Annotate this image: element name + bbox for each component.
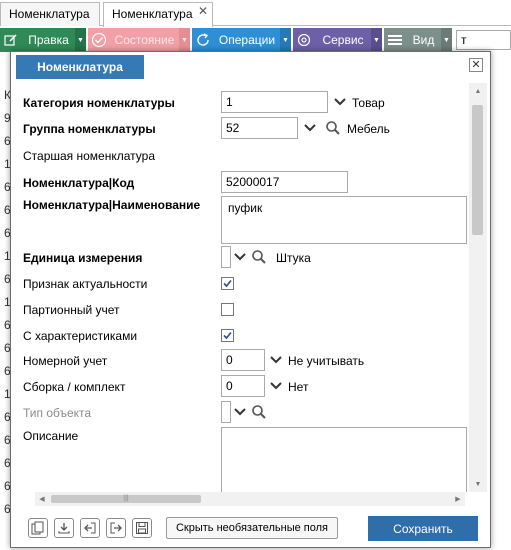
- object-type-input[interactable]: [221, 401, 231, 423]
- parent-label: Старшая номенклатура: [23, 149, 155, 163]
- assembly-name: Нет: [288, 380, 309, 394]
- operations-menu-button[interactable]: Операции ▼: [192, 28, 291, 52]
- batch-checkbox[interactable]: [221, 303, 234, 316]
- chevron-down-icon[interactable]: [333, 95, 347, 109]
- scroll-thumb[interactable]: [472, 105, 483, 235]
- view-menu-button[interactable]: Вид ▼: [384, 28, 452, 52]
- characteristics-checkbox[interactable]: [221, 329, 234, 342]
- checkmark-icon: [223, 331, 232, 340]
- search-icon[interactable]: [251, 249, 267, 265]
- dropdown-arrow-icon: ▼: [280, 28, 291, 52]
- toolbar: Правка ▼ Состояние ▼ Операции ▼ Сервис ▼…: [0, 28, 511, 52]
- nomenclature-dialog: Номенклатура ✕ Категория номенклатуры 1 …: [10, 51, 491, 548]
- refresh-icon: [192, 28, 214, 52]
- unit-name: Штука: [276, 251, 311, 265]
- horizontal-scrollbar[interactable]: ◀ ||| ▶: [35, 492, 465, 506]
- unit-label: Единица измерения: [23, 251, 143, 265]
- description-textarea[interactable]: [221, 427, 467, 492]
- save-disk-icon[interactable]: [132, 518, 152, 538]
- checkmark-icon: [223, 279, 232, 288]
- category-input[interactable]: 1: [221, 91, 328, 113]
- gear-icon: [293, 28, 315, 52]
- dropdown-arrow-icon: ▼: [441, 28, 452, 52]
- check-circle-icon: [88, 28, 110, 52]
- tab-label: Номенклатура: [112, 7, 193, 21]
- actual-label: Признак актуальности: [23, 277, 148, 291]
- dropdown-arrow-icon: ▼: [75, 28, 86, 52]
- dialog-header: Номенклатура ✕: [11, 52, 490, 82]
- scroll-right-icon[interactable]: ▶: [451, 492, 465, 506]
- close-tab-icon[interactable]: ✕: [198, 4, 208, 18]
- unit-input[interactable]: [221, 246, 231, 268]
- save-button[interactable]: Сохранить: [368, 516, 478, 541]
- chevron-down-icon[interactable]: [269, 353, 283, 367]
- assembly-input[interactable]: 0: [221, 375, 265, 397]
- import-icon[interactable]: [80, 518, 100, 538]
- tab-nomenclature-active[interactable]: Номенклатура ✕: [103, 2, 213, 27]
- category-label: Категория номенклатуры: [23, 96, 175, 110]
- tab-bar: Номенклатура Номенклатура ✕: [0, 0, 511, 27]
- actual-checkbox[interactable]: [221, 277, 234, 290]
- dialog-body: Категория номенклатуры 1 Товар Группа но…: [11, 83, 490, 492]
- dialog-footer: Скрыть необязательные поля Сохранить: [11, 510, 490, 548]
- group-label: Группа номенклатуры: [23, 122, 156, 136]
- name-label: Номенклатура|Наименование: [23, 198, 201, 212]
- assembly-label: Сборка / комплект: [23, 380, 126, 394]
- scroll-left-icon[interactable]: ◀: [35, 492, 49, 506]
- search-icon[interactable]: [251, 404, 267, 420]
- numbered-name: Не учитывать: [288, 354, 365, 368]
- dialog-title: Номенклатура: [16, 55, 144, 79]
- code-input[interactable]: 52000017: [221, 171, 348, 193]
- export-icon[interactable]: [106, 518, 126, 538]
- hide-optional-fields-button[interactable]: Скрыть необязательные поля: [166, 517, 338, 539]
- dropdown-arrow-icon: ▼: [179, 28, 190, 52]
- group-input[interactable]: 52: [221, 117, 298, 139]
- group-name: Мебель: [347, 122, 390, 136]
- vertical-scrollbar[interactable]: ▲ ▼: [469, 83, 487, 492]
- close-dialog-icon[interactable]: ✕: [469, 58, 483, 72]
- description-label: Описание: [23, 429, 79, 443]
- characteristics-label: С характеристиками: [23, 329, 138, 343]
- scroll-thumb[interactable]: |||: [51, 495, 201, 503]
- search-input[interactable]: т: [456, 30, 511, 50]
- view-menu-label: Вид: [412, 33, 435, 47]
- scroll-up-icon[interactable]: ▲: [469, 83, 487, 99]
- tab-label: Номенклатура: [9, 7, 90, 21]
- chevron-down-icon[interactable]: [303, 121, 317, 135]
- chevron-down-icon[interactable]: [233, 405, 247, 419]
- code-label: Номенклатура|Код: [23, 176, 135, 190]
- numbered-label: Номерной учет: [23, 354, 108, 368]
- search-icon[interactable]: [325, 120, 341, 136]
- copy-icon[interactable]: [28, 518, 48, 538]
- tab-nomenclature-list[interactable]: Номенклатура: [0, 2, 100, 26]
- category-name: Товар: [352, 96, 385, 110]
- batch-label: Партионный учет: [23, 303, 120, 317]
- download-icon[interactable]: [54, 518, 74, 538]
- object-type-label: Тип объекта: [23, 406, 92, 420]
- list-view-icon: [384, 28, 406, 52]
- service-menu-button[interactable]: Сервис ▼: [293, 28, 382, 52]
- edit-menu-button[interactable]: Правка ▼: [0, 28, 86, 52]
- edit-menu-label: Правка: [28, 33, 69, 47]
- chevron-down-icon[interactable]: [269, 379, 283, 393]
- chevron-down-icon[interactable]: [233, 250, 247, 264]
- state-menu-label: Состояние: [114, 33, 175, 47]
- operations-menu-label: Операции: [218, 33, 276, 47]
- dropdown-arrow-icon: ▼: [371, 28, 382, 52]
- name-textarea[interactable]: пуфик: [221, 196, 467, 244]
- scroll-down-icon[interactable]: ▼: [469, 476, 487, 492]
- numbered-input[interactable]: 0: [221, 349, 265, 371]
- edit-icon: [0, 28, 22, 52]
- state-menu-button[interactable]: Состояние ▼: [88, 28, 190, 52]
- service-menu-label: Сервис: [322, 33, 364, 47]
